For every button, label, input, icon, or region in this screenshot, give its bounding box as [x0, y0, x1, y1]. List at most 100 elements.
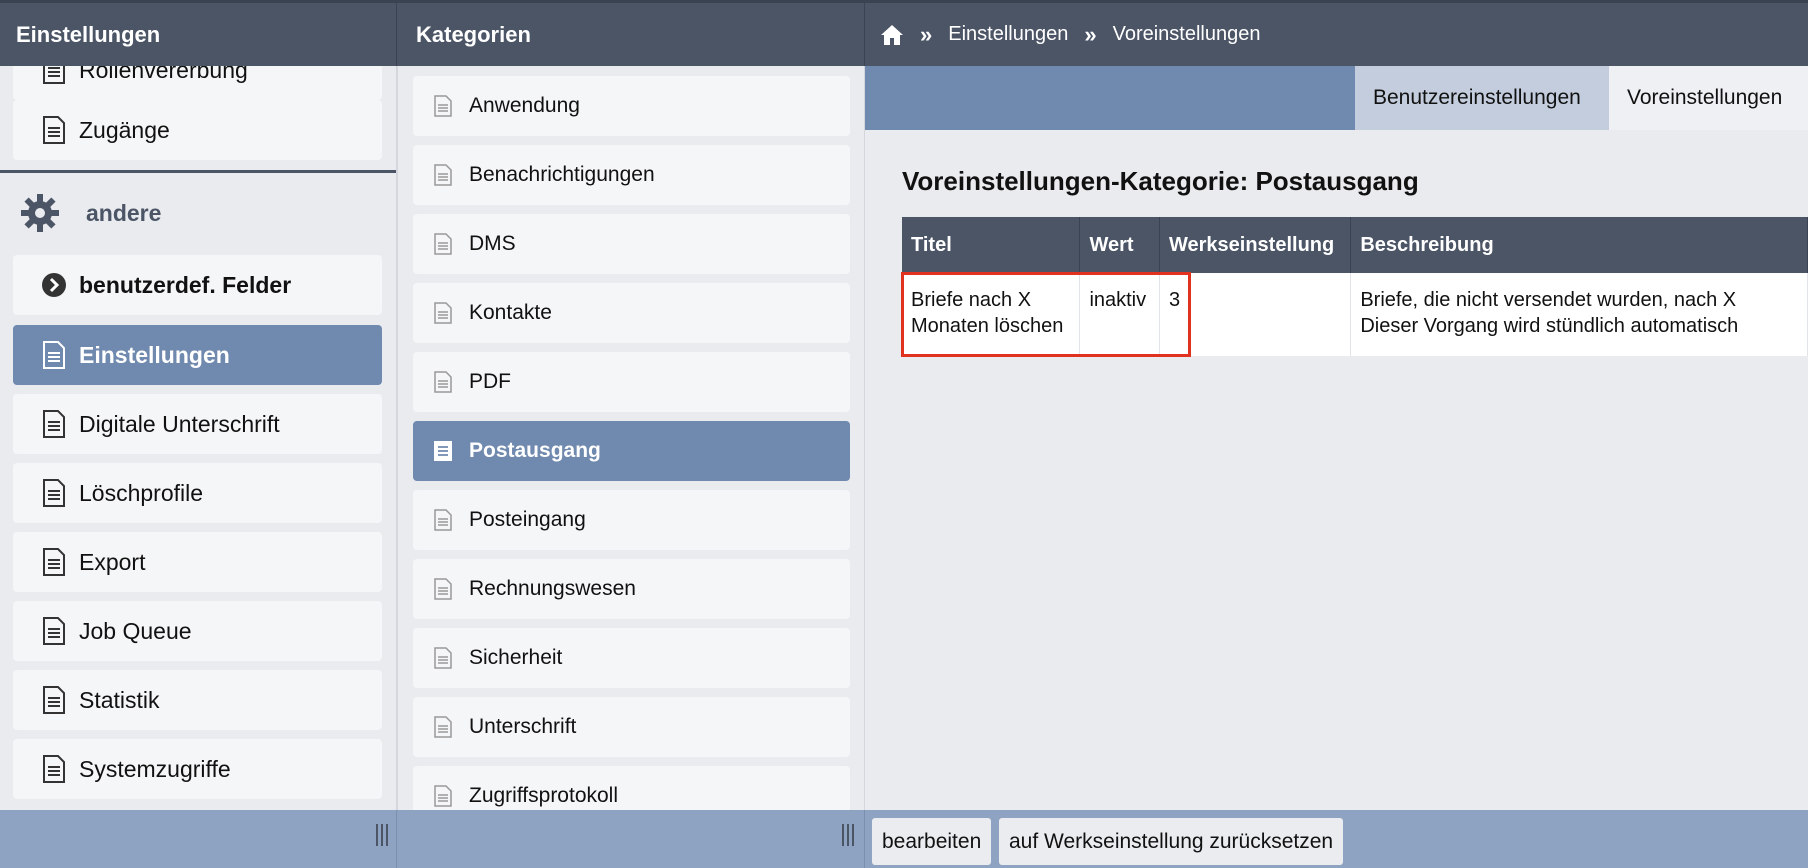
sidebar-item-systemzugriffe[interactable]: Systemzugriffe	[13, 739, 382, 799]
edit-button[interactable]: bearbeiten	[872, 818, 992, 865]
breadcrumb: » Einstellungen » Voreinstellungen	[880, 3, 1260, 66]
column-header-beschreibung: Beschreibung	[1350, 217, 1808, 273]
category-anwendung[interactable]: Anwendung	[413, 76, 850, 136]
sidebar-item-label: Job Queue	[79, 617, 192, 644]
category-posteingang[interactable]: Posteingang	[413, 490, 850, 550]
cell-wert: inaktiv	[1079, 273, 1160, 356]
resize-handle[interactable]	[376, 824, 390, 846]
category-label: DMS	[469, 232, 516, 255]
sidebar-item-export[interactable]: Export	[13, 532, 382, 592]
category-label: Postausgang	[469, 439, 601, 462]
category-label: Zugriffsprotokoll	[469, 784, 619, 807]
category-rechnungswesen[interactable]: Rechnungswesen	[413, 559, 850, 619]
breadcrumb-separator: »	[1084, 21, 1097, 47]
table-header-row: Titel Wert Werkseinstellung Beschreibung	[902, 217, 1808, 273]
sidebar-item-label: Zugänge	[79, 116, 170, 143]
sidebar-item-label: Löschprofile	[79, 479, 204, 506]
gear-icon	[21, 194, 59, 232]
document-icon	[434, 371, 452, 393]
document-icon	[434, 509, 452, 531]
page-title: Voreinstellungen-Kategorie: Postausgang	[902, 166, 1419, 196]
document-icon	[434, 164, 452, 186]
sidebar-item-statistik[interactable]: Statistik	[13, 670, 382, 730]
document-icon	[43, 341, 65, 369]
category-label: Kontakte	[469, 301, 552, 324]
tab-voreinstellungen[interactable]: Voreinstellungen	[1609, 66, 1808, 130]
category-kontakte[interactable]: Kontakte	[413, 283, 850, 343]
category-zugriffsprotokoll[interactable]: Zugriffsprotokoll	[413, 766, 850, 810]
main-content: Benutzereinstellungen Voreinstellungen V…	[865, 66, 1808, 810]
sidebar-item-label: Digitale Unterschrift	[79, 410, 280, 437]
chevron-circle-icon	[42, 273, 66, 297]
resize-handle[interactable]	[842, 824, 856, 846]
sidebar-title: Einstellungen	[16, 22, 161, 47]
breadcrumb-separator: »	[920, 21, 933, 47]
table-row[interactable]: Briefe nach X Monaten löschen inaktiv 3 …	[902, 273, 1808, 356]
category-label: Benachrichtigungen	[469, 163, 655, 186]
home-icon[interactable]	[880, 24, 904, 46]
column-header-werkseinstellung: Werkseinstellung	[1159, 217, 1352, 273]
sidebar-item-loeschprofile[interactable]: Löschprofile	[13, 463, 382, 523]
sidebar-item-label: Export	[79, 548, 146, 575]
category-pdf[interactable]: PDF	[413, 352, 850, 412]
category-label: Sicherheit	[469, 646, 563, 669]
top-header: Einstellungen Kategorien » Einstellungen…	[0, 0, 1808, 69]
header-divider	[864, 3, 865, 69]
categories-list: Anwendung Benachrichtigungen DMS Kontakt…	[398, 66, 864, 810]
sidebar-item-label: benutzerdef. Felder	[79, 271, 292, 298]
sidebar-item-label: Einstellungen	[79, 341, 230, 368]
category-label: Rechnungswesen	[469, 577, 636, 600]
sidebar-item-benutzerdef-felder[interactable]: benutzerdef. Felder	[13, 255, 382, 315]
document-icon	[43, 617, 65, 645]
document-icon	[434, 233, 452, 255]
column-header-wert: Wert	[1079, 217, 1160, 273]
document-icon	[43, 548, 65, 576]
column-header-titel: Titel	[902, 217, 1081, 273]
document-icon	[43, 755, 65, 783]
footer-bar: bearbeiten auf Werkseinstellung zurückse…	[0, 810, 1808, 868]
document-icon	[43, 410, 65, 438]
document-icon	[434, 302, 452, 324]
document-icon	[434, 578, 452, 600]
category-sicherheit[interactable]: Sicherheit	[413, 628, 850, 688]
document-icon	[434, 441, 452, 461]
cell-beschreibung: Briefe, die nicht versendet wurden, nach…	[1350, 273, 1808, 356]
sidebar-item-zugaenge[interactable]: Zugänge	[13, 100, 382, 160]
sidebar-item-rollenvererbung[interactable]: Rollenvererbung	[13, 66, 382, 100]
sidebar-item-label: Systemzugriffe	[79, 755, 231, 782]
category-label: PDF	[469, 370, 511, 393]
category-postausgang[interactable]: Postausgang	[413, 421, 850, 481]
footer-divider	[396, 810, 397, 868]
sidebar-item-job-queue[interactable]: Job Queue	[13, 601, 382, 661]
sidebar-item-label: Statistik	[79, 686, 160, 713]
category-benachrichtigungen[interactable]: Benachrichtigungen	[413, 145, 850, 205]
sidebar-group-label: andere	[86, 199, 162, 226]
sidebar-item-digitale-unterschrift[interactable]: Digitale Unterschrift	[13, 394, 382, 454]
footer-divider	[864, 810, 865, 868]
breadcrumb-voreinstellungen[interactable]: Voreinstellungen	[1113, 23, 1261, 46]
document-icon	[434, 716, 452, 738]
category-dms[interactable]: DMS	[413, 214, 850, 274]
reset-to-default-button[interactable]: auf Werkseinstellung zurücksetzen	[999, 818, 1344, 865]
categories-title: Kategorien	[416, 22, 531, 47]
breadcrumb-einstellungen[interactable]: Einstellungen	[948, 23, 1068, 46]
category-unterschrift[interactable]: Unterschrift	[413, 697, 850, 757]
category-label: Unterschrift	[469, 715, 577, 738]
sidebar-item-einstellungen[interactable]: Einstellungen	[13, 325, 382, 385]
settings-table: Titel Wert Werkseinstellung Beschreibung…	[902, 217, 1808, 356]
tab-benutzereinstellungen[interactable]: Benutzereinstellungen	[1355, 66, 1609, 130]
tab-bar: Benutzereinstellungen Voreinstellungen	[865, 66, 1808, 130]
header-divider	[396, 3, 397, 69]
cell-werkseinstellung: 3	[1159, 273, 1352, 356]
beschreibung-line: Briefe, die nicht versendet wurden, nach…	[1360, 289, 1737, 311]
category-label: Anwendung	[469, 94, 580, 117]
document-icon	[434, 785, 452, 807]
sidebar: Rollenvererbung Zugänge andere benutzerd…	[0, 66, 396, 810]
sidebar-item-label: Rollenvererbung	[79, 66, 248, 83]
group-divider	[0, 170, 396, 173]
document-icon	[43, 479, 65, 507]
cell-titel: Briefe nach X Monaten löschen	[902, 273, 1081, 356]
document-icon	[43, 66, 65, 84]
document-icon	[434, 647, 452, 669]
sidebar-group-andere[interactable]: andere	[0, 178, 396, 248]
